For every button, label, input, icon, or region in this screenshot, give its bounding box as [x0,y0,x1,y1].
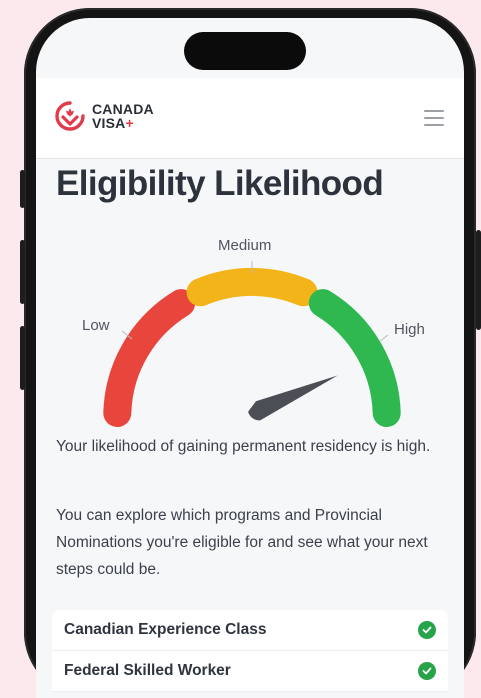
logo-wordmark: CANADA VISA+ [92,101,154,131]
app-logo[interactable]: CANADA VISA+ [54,100,154,132]
likelihood-gauge: Medium Low High [36,223,464,438]
menu-icon[interactable] [424,110,444,126]
phone-screen: CANADA VISA+ Eligibility Likelihood Medi… [36,18,464,698]
check-icon [418,621,436,639]
gauge-medium-label: Medium [218,237,272,254]
phone-volume-down [20,326,25,390]
dynamic-island [184,32,306,70]
list-item[interactable]: Canadian Experience Class [52,610,448,651]
program-list: Canadian Experience Class Federal Skille… [52,610,448,692]
app-header: CANADA VISA+ [36,78,464,159]
gauge-medium-segment [186,267,318,307]
phone-volume-up [20,240,25,304]
check-icon [418,662,436,680]
gauge-low-segment [103,289,196,427]
phone-side-button [20,170,25,208]
likelihood-text: Your likelihood of gaining permanent res… [56,438,431,455]
canada-visa-logo-icon [55,101,85,131]
program-name: Federal Skilled Worker [64,662,231,679]
explore-text: You can explore which programs and Provi… [56,507,428,578]
list-item[interactable]: Federal Skilled Worker [52,651,448,692]
page-title: Eligibility Likelihood [56,164,384,203]
gauge-high-label: High [394,321,425,338]
gauge-needle [248,375,338,421]
phone-power-button [476,230,481,330]
gauge-high-segment [308,289,401,427]
program-name: Canadian Experience Class [64,621,267,638]
gauge-low-label: Low [82,317,110,334]
